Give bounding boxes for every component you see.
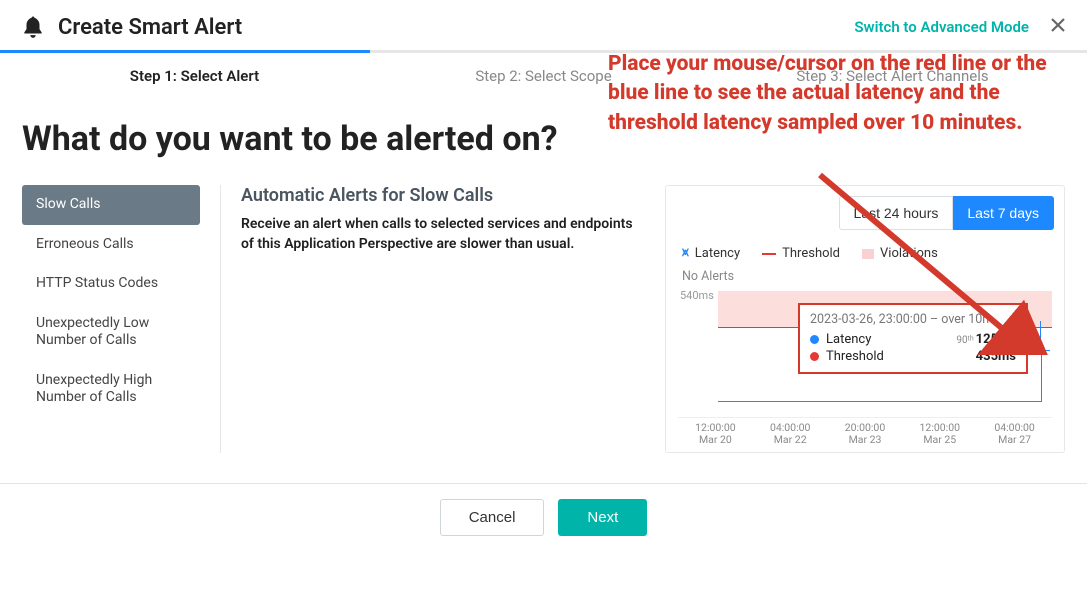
preview-chart: Last 24 hours Last 7 days ⩙Latency Thres… <box>665 185 1065 453</box>
panel-subtitle: Automatic Alerts for Slow Calls <box>241 185 645 206</box>
page-question: What do you want to be alerted on? <box>22 119 1065 159</box>
y-max-label: 540ms <box>680 289 714 302</box>
line-icon <box>762 253 776 255</box>
step-1[interactable]: Step 1: Select Alert <box>20 67 369 85</box>
modal-title: Create Smart Alert <box>58 15 242 40</box>
no-alerts-label: No Alerts <box>676 265 1054 290</box>
sidebar-item-slow-calls[interactable]: Slow Calls <box>22 185 200 225</box>
tick: 04:00:00Mar 22 <box>753 422 828 446</box>
latency-line[interactable] <box>718 401 1042 402</box>
tick: 12:00:00Mar 20 <box>678 422 753 446</box>
step-2[interactable]: Step 2: Select Scope <box>369 67 718 85</box>
range-7d-button[interactable]: Last 7 days <box>953 196 1054 230</box>
next-button[interactable]: Next <box>558 499 647 536</box>
time-range-buttons: Last 24 hours Last 7 days <box>676 196 1054 230</box>
dot-icon-blue <box>810 335 819 344</box>
sidebar-item-http-status[interactable]: HTTP Status Codes <box>22 264 200 304</box>
latency-line-step <box>1040 321 1050 351</box>
alert-type-list: Slow Calls Erroneous Calls HTTP Status C… <box>22 185 200 453</box>
block-icon <box>862 249 874 259</box>
create-smart-alert-modal: Create Smart Alert Switch to Advanced Mo… <box>0 0 1087 551</box>
progress-fill <box>0 50 370 53</box>
x-axis-ticks: 12:00:00Mar 20 04:00:00Mar 22 20:00:00Ma… <box>678 422 1052 446</box>
range-24h-button[interactable]: Last 24 hours <box>839 196 954 230</box>
chart-legend: ⩙Latency Threshold Violations <box>676 242 1054 265</box>
latency-line-rise <box>1041 351 1042 401</box>
modal-title-group: Create Smart Alert <box>20 14 242 40</box>
advanced-mode-link[interactable]: Switch to Advanced Mode <box>854 18 1029 36</box>
tooltip-threshold-row: Threshold 435ms <box>810 349 1016 364</box>
modal-header: Create Smart Alert Switch to Advanced Mo… <box>0 0 1087 50</box>
chart-plot-area[interactable]: 540ms 2023-03-26, 23:00:00 – over 10m La… <box>678 290 1052 440</box>
tooltip-latency-row: Latency 90ᵗʰ125ms <box>810 332 1016 347</box>
modal-footer: Cancel Next <box>0 483 1087 551</box>
x-axis <box>678 417 1052 418</box>
panel-description: Receive an alert when calls to selected … <box>241 214 641 255</box>
sidebar-item-high-calls[interactable]: Unexpectedly High Number of Calls <box>22 361 200 418</box>
tick: 12:00:00Mar 25 <box>902 422 977 446</box>
legend-latency: ⩙Latency <box>682 246 740 261</box>
legend-threshold: Threshold <box>762 246 840 261</box>
dot-icon-red <box>810 352 819 361</box>
tick: 20:00:00Mar 23 <box>828 422 903 446</box>
cancel-button[interactable]: Cancel <box>440 499 545 536</box>
close-icon[interactable] <box>1049 16 1067 38</box>
progress-bar <box>0 50 1087 53</box>
sidebar-item-low-calls[interactable]: Unexpectedly Low Number of Calls <box>22 304 200 361</box>
alert-description-panel: Automatic Alerts for Slow Calls Receive … <box>220 185 645 453</box>
legend-violations: Violations <box>862 246 938 261</box>
bell-icon <box>20 14 46 40</box>
tick: 04:00:00Mar 27 <box>977 422 1052 446</box>
tooltip-timestamp: 2023-03-26, 23:00:00 – over 10m <box>810 312 1016 327</box>
wizard-steps: Step 1: Select Alert Step 2: Select Scop… <box>0 53 1087 95</box>
pulse-icon: ⩙ <box>682 245 689 260</box>
chart-tooltip: 2023-03-26, 23:00:00 – over 10m Latency … <box>798 303 1028 374</box>
sidebar-item-erroneous-calls[interactable]: Erroneous Calls <box>22 225 200 265</box>
step-3[interactable]: Step 3: Select Alert Channels <box>718 67 1067 85</box>
